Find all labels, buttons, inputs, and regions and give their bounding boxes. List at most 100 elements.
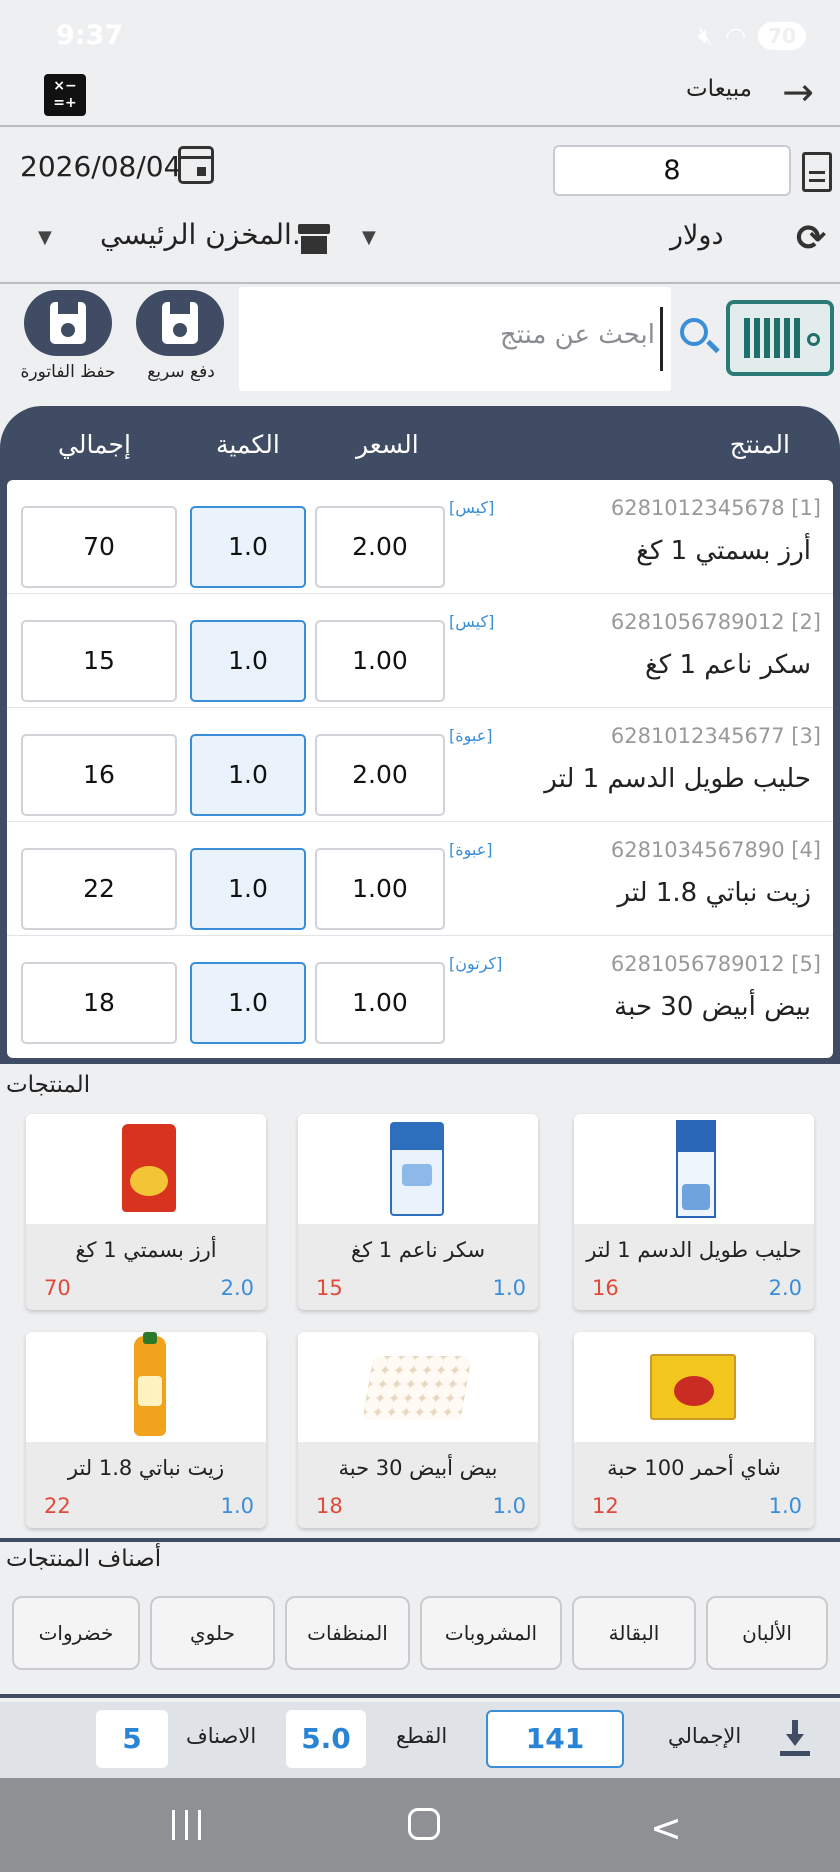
product-name: حليب طويل الدسم 1 لتر xyxy=(586,1238,802,1262)
row-index: [1] xyxy=(791,496,821,520)
product-qty: 16 xyxy=(592,1276,619,1300)
product-card[interactable]: بيض أبيض 30 حبة 18 1.0 xyxy=(298,1332,538,1528)
row-code: 6281034567890 [4] xyxy=(611,838,821,862)
home-icon[interactable] xyxy=(408,1808,440,1840)
invoice-date[interactable]: 2026/08/04 xyxy=(20,150,181,183)
product-qty: 12 xyxy=(592,1494,619,1518)
product-name: بيض أبيض 30 حبة xyxy=(338,1456,498,1480)
currency-dropdown-chevron-icon[interactable]: ▼ xyxy=(362,227,376,248)
categories-count-label: الاصناف xyxy=(186,1724,257,1748)
back-arrow-icon[interactable]: → xyxy=(782,70,814,114)
row-product-name: أرز بسمتي 1 كغ xyxy=(636,536,811,566)
row-qty-input[interactable]: 1.0 xyxy=(190,848,306,930)
category-button[interactable]: البقالة xyxy=(572,1596,696,1670)
category-button[interactable]: الألبان xyxy=(706,1596,828,1670)
table-row[interactable]: 18 1.0 1.00 [كرتون] 6281056789012 [5] بي… xyxy=(7,936,833,1050)
save-icon xyxy=(162,302,198,344)
product-card[interactable]: سكر ناعم 1 كغ 15 1.0 xyxy=(298,1114,538,1310)
row-unit: [عبوة] xyxy=(449,726,493,745)
category-button[interactable]: المشروبات xyxy=(420,1596,562,1670)
table-body: 70 1.0 2.00 [كيس] 6281012345678 [1] أرز … xyxy=(0,476,840,1064)
save-invoice-button[interactable] xyxy=(24,290,112,356)
row-price-input[interactable]: 1.00 xyxy=(315,848,445,930)
currency-select[interactable]: دولار xyxy=(670,220,724,251)
row-qty-input[interactable]: 1.0 xyxy=(190,620,306,702)
product-card[interactable]: زيت نباتي 1.8 لتر 22 1.0 xyxy=(26,1332,266,1528)
product-price: 1.0 xyxy=(492,1494,526,1518)
row-total: 22 xyxy=(21,848,177,930)
page-title: مبيعات xyxy=(686,76,752,102)
warehouse-dropdown-chevron-icon[interactable]: ▼ xyxy=(38,227,52,248)
row-qty-input[interactable]: 1.0 xyxy=(190,734,306,816)
product-price: 1.0 xyxy=(492,1276,526,1300)
wifi-icon: ◠ xyxy=(725,22,747,50)
product-qty: 70 xyxy=(44,1276,71,1300)
row-code: 6281012345677 [3] xyxy=(611,724,821,748)
product-name: شاي أحمر 100 حبة xyxy=(607,1456,781,1480)
section-divider xyxy=(0,1538,840,1542)
status-time: 9:37 xyxy=(56,20,124,51)
category-button[interactable]: المنظفات xyxy=(285,1596,410,1670)
pieces-label: القطع xyxy=(396,1724,448,1748)
table-rows: 70 1.0 2.00 [كيس] 6281012345678 [1] أرز … xyxy=(7,480,833,1058)
products-section-title: المنتجات xyxy=(6,1072,91,1098)
col-price: السعر xyxy=(356,430,419,459)
calculator-icon[interactable]: ×− =+ xyxy=(44,74,86,116)
divider xyxy=(0,125,840,127)
search-icon[interactable] xyxy=(680,318,708,346)
category-button[interactable]: خضروات xyxy=(12,1596,140,1670)
quick-pay-label: دفع سريع xyxy=(147,362,215,382)
nav-back-icon[interactable]: < xyxy=(650,1806,682,1850)
categories-section-title: أصناف المنتجات xyxy=(6,1546,162,1572)
row-qty-input[interactable]: 1.0 xyxy=(190,962,306,1044)
calendar-icon[interactable] xyxy=(178,146,214,184)
quick-pay-button[interactable] xyxy=(136,290,224,356)
oil-bottle-image xyxy=(134,1332,166,1436)
milk-carton-image xyxy=(676,1120,716,1218)
system-nav-bar: < xyxy=(0,1778,840,1872)
product-image xyxy=(574,1332,814,1442)
search-input[interactable]: ابحث عن منتج xyxy=(239,287,671,391)
table-header: المنتج السعر الكمية إجمالي xyxy=(0,406,840,486)
row-index: [4] xyxy=(791,838,821,862)
categories-count-value: 5 xyxy=(96,1710,168,1768)
row-product-name: زيت نباتي 1.8 لتر xyxy=(617,878,811,908)
row-price-input[interactable]: 1.00 xyxy=(315,620,445,702)
table-row[interactable]: 70 1.0 2.00 [كيس] 6281012345678 [1] أرز … xyxy=(7,480,833,594)
sync-currency-icon[interactable]: ⟳ xyxy=(796,218,826,259)
product-qty: 22 xyxy=(44,1494,71,1518)
table-row[interactable]: 16 1.0 2.00 [عبوة] 6281012345677 [3] حلي… xyxy=(7,708,833,822)
row-index: [3] xyxy=(791,724,821,748)
warehouse-select[interactable]: المخزن الرئيسي. xyxy=(100,218,301,251)
table-row[interactable]: 22 1.0 1.00 [عبوة] 6281034567890 [4] زيت… xyxy=(7,822,833,936)
product-card[interactable]: أرز بسمتي 1 كغ 70 2.0 xyxy=(26,1114,266,1310)
category-button[interactable]: حلوي xyxy=(150,1596,275,1670)
row-product-name: بيض أبيض 30 حبة xyxy=(614,992,811,1022)
barcode-scanner-icon[interactable] xyxy=(726,300,834,376)
egg-tray-image xyxy=(362,1356,472,1420)
row-barcode: 6281056789012 xyxy=(610,952,785,976)
row-qty-input[interactable]: 1.0 xyxy=(190,506,306,588)
status-icons: 🔇︎ ◠ 70 xyxy=(698,22,806,50)
row-price-input[interactable]: 1.00 xyxy=(315,962,445,1044)
product-card[interactable]: شاي أحمر 100 حبة 12 1.0 xyxy=(574,1332,814,1528)
product-price: 2.0 xyxy=(768,1276,802,1300)
invoice-number-input[interactable]: 8 xyxy=(553,145,791,196)
product-name: سكر ناعم 1 كغ xyxy=(350,1238,486,1262)
recents-icon[interactable] xyxy=(172,1810,202,1840)
row-price-input[interactable]: 2.00 xyxy=(315,734,445,816)
row-price-input[interactable]: 2.00 xyxy=(315,506,445,588)
total-value: 141 xyxy=(486,1710,624,1768)
total-label: الإجمالي xyxy=(668,1724,742,1748)
download-icon[interactable] xyxy=(780,1720,810,1756)
totals-footer: الإجمالي 141 القطع 5.0 الاصناف 5 xyxy=(0,1702,840,1778)
product-price: 1.0 xyxy=(220,1494,254,1518)
save-icon xyxy=(50,302,86,344)
table-row[interactable]: 15 1.0 1.00 [كيس] 6281056789012 [2] سكر … xyxy=(7,594,833,708)
text-caret xyxy=(660,307,663,371)
top-bar: ×− =+ مبيعات → xyxy=(0,70,840,126)
product-price: 1.0 xyxy=(768,1494,802,1518)
product-price: 2.0 xyxy=(220,1276,254,1300)
product-card[interactable]: حليب طويل الدسم 1 لتر 16 2.0 xyxy=(574,1114,814,1310)
row-code: 6281056789012 [5] xyxy=(611,952,821,976)
